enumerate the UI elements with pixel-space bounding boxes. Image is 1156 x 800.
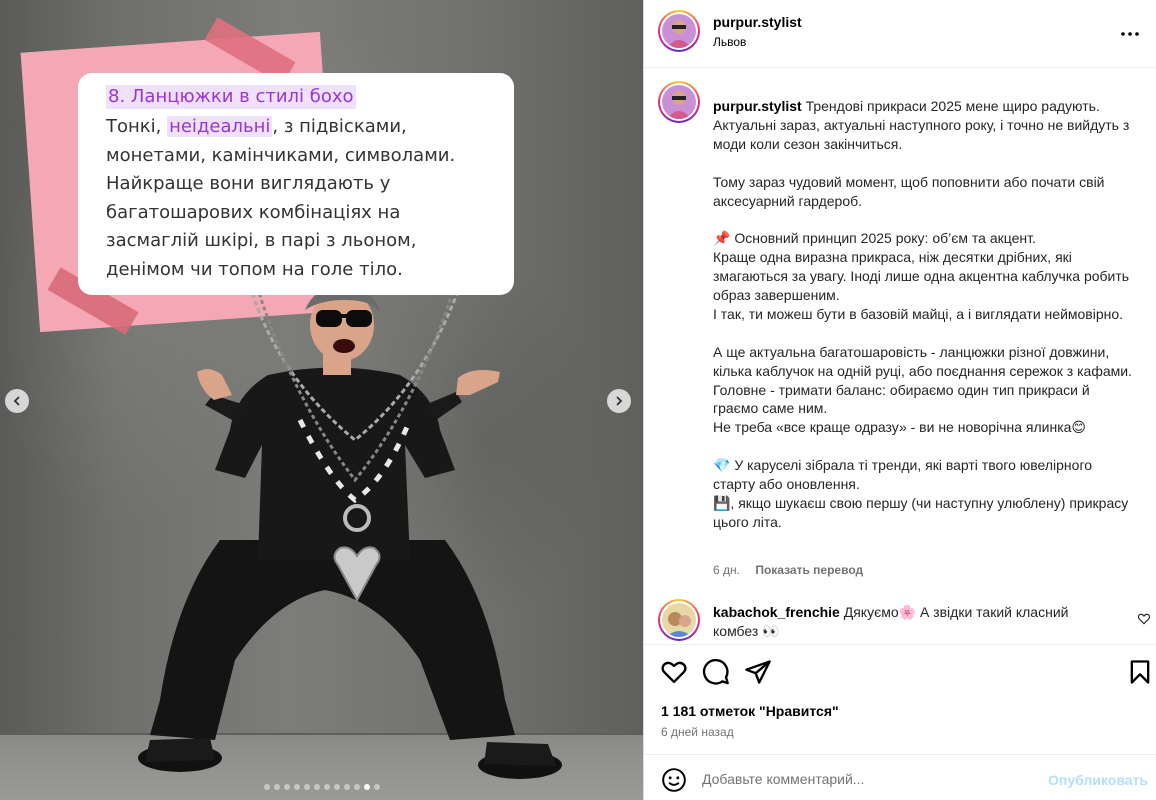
publish-comment-button[interactable]: Опубликовать <box>1048 772 1148 788</box>
caption-meta: 6 дн. Показать перевод <box>713 563 875 577</box>
caption-line: Не треба «все краще одразу» - ви не ново… <box>713 419 1087 436</box>
carousel-dot <box>293 784 300 790</box>
comment-bubble-icon[interactable] <box>702 658 730 686</box>
caption-text: purpur.stylist Трендові прикраси 2025 ме… <box>713 97 1133 532</box>
like-comment-heart-icon[interactable] <box>1137 612 1151 626</box>
carousel-dot <box>363 784 370 790</box>
carousel-dot <box>273 784 280 790</box>
card-body: Тонкі, неідеальні, з підвісками, монетам… <box>106 113 494 284</box>
caption-line: Головне - тримати баланс: обираємо один … <box>713 381 1090 417</box>
comment-input[interactable] <box>702 767 1022 791</box>
carousel-indicator <box>0 784 643 790</box>
caption-line <box>713 437 1133 456</box>
likes-count[interactable]: 1 181 отметок "Нравится" <box>661 703 839 719</box>
caption-line: Тому зараз чудовий момент, щоб поповнити… <box>713 173 1105 209</box>
show-translation-link[interactable]: Показать перевод <box>755 563 863 577</box>
carousel-dot <box>333 784 340 790</box>
carousel-dot <box>313 784 320 790</box>
caption-avatar[interactable] <box>658 81 700 123</box>
caption-username[interactable]: purpur.stylist <box>713 98 802 114</box>
like-heart-icon[interactable] <box>660 658 688 686</box>
caption-line: 💎 У каруселі зібрала ті тренди, які варт… <box>713 457 1093 493</box>
post-media: 8. Ланцюжки в стилі бохо Тонкі, неідеаль… <box>0 0 643 800</box>
card-body-highlight: неідеальні <box>167 116 273 137</box>
carousel-dot <box>263 784 270 790</box>
chevron-right-icon <box>616 396 623 406</box>
caption-age[interactable]: 6 дн. <box>713 563 740 577</box>
save-bookmark-icon[interactable] <box>1126 658 1154 686</box>
caption-line: І так, ти можеш бути в базовій майці, а … <box>713 305 1124 322</box>
add-comment-bar: Опубликовать <box>644 754 1156 800</box>
card-title: 8. Ланцюжки в стилі бохо <box>106 85 356 109</box>
caption-line: А ще актуальна багатошаровість - ланцюжк… <box>713 343 1132 379</box>
avatar-image <box>662 603 696 637</box>
commenter-avatar[interactable] <box>658 599 700 641</box>
caption-line: 💾, якщо шукаєш свою першу (чи наступну у… <box>713 494 1129 530</box>
comments-section: purpur.stylist Трендові прикраси 2025 ме… <box>644 69 1156 644</box>
avatar-image <box>662 85 696 119</box>
caption-line: 📌 Основний принцип 2025 року: об’єм та а… <box>713 230 1036 247</box>
more-options-icon[interactable] <box>1118 24 1142 44</box>
author-avatar[interactable] <box>658 10 700 52</box>
caption-line <box>713 210 1133 229</box>
card-body-text-end: , з підвісками, монетами, камінчиками, с… <box>106 116 456 280</box>
post-location[interactable]: Львов <box>713 35 746 49</box>
next-slide-button[interactable] <box>607 389 631 413</box>
comment-text: kabachok_frenchie Дякуємо🌸 А звідки таки… <box>713 603 1088 641</box>
carousel-dot <box>303 784 310 790</box>
text-card: 8. Ланцюжки в стилі бохо Тонкі, неідеаль… <box>78 73 514 295</box>
previous-slide-button[interactable] <box>5 389 29 413</box>
author-username[interactable]: purpur.stylist <box>713 14 802 30</box>
emoji-icon[interactable] <box>661 767 687 793</box>
post-sidebar: purpur.stylist Львов purpur.stylist Трен… <box>643 0 1156 800</box>
caption-line <box>713 324 1133 343</box>
commenter-username[interactable]: kabachok_frenchie <box>713 604 840 620</box>
carousel-dot <box>283 784 290 790</box>
carousel-dot <box>373 784 380 790</box>
post-header: purpur.stylist Львов <box>644 0 1156 68</box>
caption-line <box>713 154 1133 173</box>
chevron-left-icon <box>13 396 20 406</box>
card-body-text-start: Тонкі, <box>106 116 168 137</box>
post-time-ago[interactable]: 6 дней назад <box>661 725 734 739</box>
avatar-image <box>662 14 696 48</box>
post-actions: 1 181 отметок "Нравится" 6 дней назад <box>644 644 1156 754</box>
carousel-dot <box>323 784 330 790</box>
carousel-dot <box>343 784 350 790</box>
share-paper-plane-icon[interactable] <box>744 658 772 686</box>
carousel-dot <box>353 784 360 790</box>
caption-line: Краще одна виразна прикраса, ніж десятки… <box>713 249 1130 304</box>
